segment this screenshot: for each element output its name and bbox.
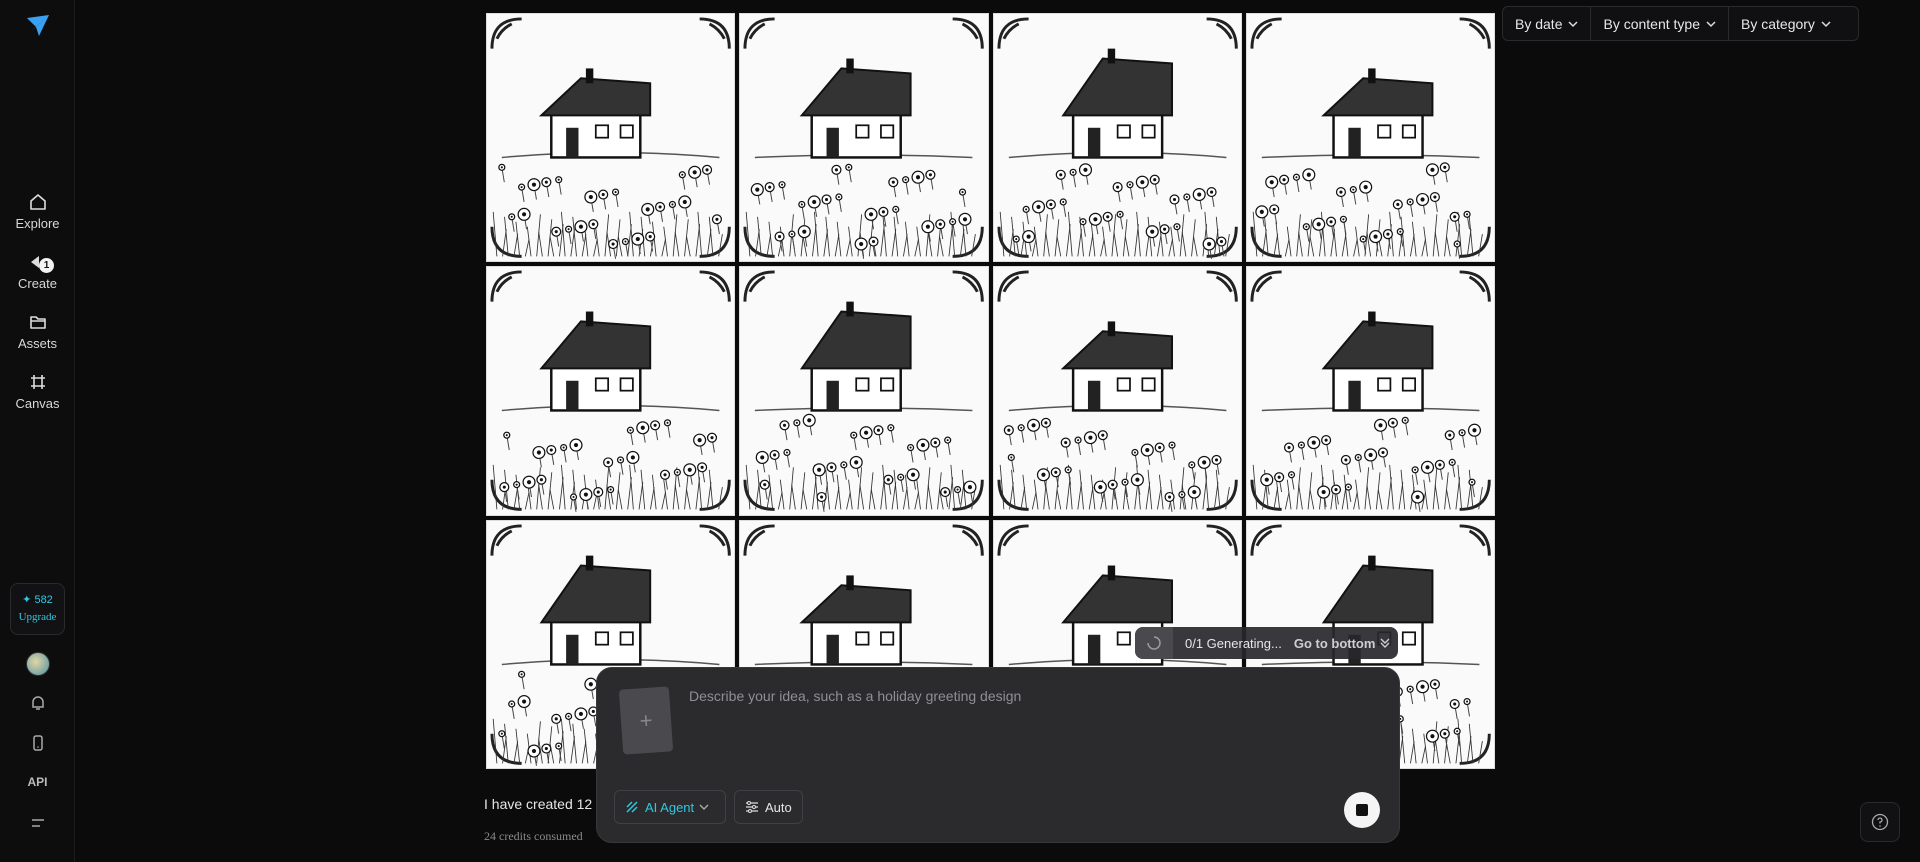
generated-image[interactable] [739,266,989,516]
generated-image[interactable] [1245,266,1495,516]
generated-image[interactable] [739,13,989,263]
generated-image[interactable] [992,266,1242,516]
create-badge: 1 [39,258,54,273]
mode-selector[interactable]: AI Agent [614,790,727,824]
upgrade-link[interactable]: Upgrade [11,611,64,623]
settings-auto-button[interactable]: Auto [734,790,803,824]
plus-icon: + [638,707,654,733]
sidebar-item-label: Assets [17,336,57,351]
result-message: I have created 12 [484,796,593,812]
filter-bar: By date By content type By category [1502,6,1859,41]
avatar[interactable] [26,652,50,676]
home-icon [29,194,46,210]
prompt-input[interactable] [689,684,1379,708]
go-to-bottom-label: Go to bottom [1293,635,1376,651]
generated-image[interactable] [1245,13,1495,263]
go-to-bottom-button[interactable]: Go to bottom [1294,636,1392,651]
generated-image[interactable] [992,13,1242,263]
filter-by-date[interactable]: By date [1503,7,1592,40]
generated-image[interactable] [486,266,736,516]
sidebar-item-canvas[interactable]: Canvas [0,372,75,411]
sidebar: Explore 1 Create Assets Canvas ✦ 582 Upg… [0,0,75,862]
stop-icon [1356,804,1368,816]
stop-button[interactable] [1344,792,1380,828]
menu-icon[interactable] [29,814,47,832]
credits-consumed: 24 credits consumed [484,829,583,843]
double-chevron-down-icon [1380,638,1390,648]
sidebar-item-label: Create [17,276,58,291]
chevron-down-icon [1568,20,1579,27]
credits-count: ✦ 582 [22,594,53,606]
chevron-down-icon [1821,20,1831,27]
credits-upgrade-box[interactable]: ✦ 582 Upgrade [10,583,65,635]
filter-by-category[interactable]: By category [1729,7,1843,40]
api-link[interactable]: API [0,775,75,789]
generating-status: 0/1 Generating... Go to bottom [1135,627,1398,659]
chevron-down-icon [699,804,709,810]
logo-icon[interactable] [24,12,52,40]
sidebar-item-create[interactable]: 1 Create [0,252,75,291]
sidebar-item-explore[interactable]: Explore [0,192,75,231]
bell-icon[interactable] [29,694,47,712]
chevron-down-icon [1706,20,1716,27]
spinner-icon [1147,636,1161,650]
mobile-icon[interactable] [29,734,47,752]
filter-label: By date [1515,15,1563,32]
agent-icon [626,801,638,813]
prompt-composer: + AI Agent Auto [596,667,1400,843]
sidebar-item-label: Canvas [15,396,60,411]
mode-label: AI Agent [645,799,695,815]
folder-icon [29,316,46,329]
sidebar-item-label: Explore [15,216,60,231]
filter-label: By content type [1603,15,1700,32]
generated-image[interactable] [486,13,736,263]
generating-thumbnail [1135,627,1173,659]
sliders-icon [746,801,758,813]
auto-label: Auto [765,799,792,815]
filter-label: By category [1741,15,1815,32]
filter-by-content-type[interactable]: By content type [1591,7,1729,40]
generating-text: 0/1 Generating... [1185,635,1282,651]
help-icon [1871,813,1889,831]
sidebar-item-assets[interactable]: Assets [0,312,75,351]
canvas-icon [30,375,45,389]
add-reference-button[interactable]: + [618,686,674,755]
help-button[interactable] [1860,802,1900,842]
